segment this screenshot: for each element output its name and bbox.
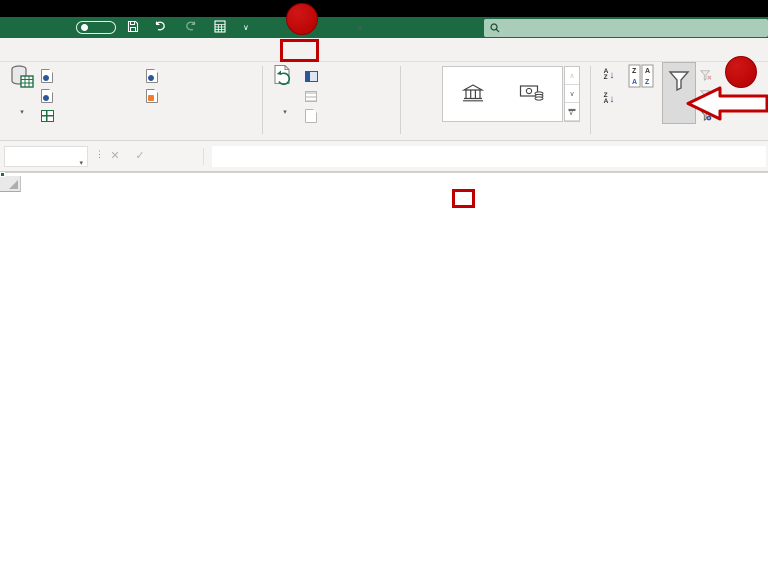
svg-text:Z: Z <box>632 68 637 75</box>
file-web-icon <box>41 89 53 103</box>
file-text-icon <box>41 69 53 83</box>
formula-bar: ▾ ⋮ ✕ ✓ <box>0 141 768 172</box>
touch-mode-icon[interactable] <box>214 20 226 38</box>
search-input[interactable] <box>484 19 768 37</box>
gallery-scroll-down[interactable]: ∨ <box>565 85 579 103</box>
file-clock-icon <box>146 69 158 83</box>
ribbon-tab-row <box>0 38 768 62</box>
from-text-csv-button[interactable] <box>41 67 57 85</box>
sheet-border <box>0 172 768 176</box>
top-black-bar <box>0 0 768 17</box>
data-types-gallery <box>442 66 563 122</box>
name-box[interactable]: ▾ <box>4 146 88 167</box>
currencies-icon <box>520 85 544 101</box>
ribbon: ▾ ▾ ∧ ∨ ▬ ∨ A Z ↓ Z A ↓ Z A A Z <box>0 62 768 141</box>
insert-function-icon[interactable] <box>158 146 176 167</box>
select-all-corner[interactable] <box>0 176 21 192</box>
gallery-scroll-up[interactable]: ∧ <box>565 67 579 85</box>
get-data-icon <box>11 65 34 88</box>
properties-icon <box>305 90 317 102</box>
name-box-dropdown-icon[interactable]: ▾ <box>79 154 83 173</box>
formula-bar-resize-handle[interactable]: ⋮ <box>95 149 104 160</box>
excel-window: ∨ ∨ ▾ ▾ ∧ ∨ ▬ ∨ A Z ↓ Z A ↓ Z A A Z ▾ ⋮ … <box>0 0 768 573</box>
existing-connections-button[interactable] <box>146 87 162 105</box>
queries-pane-icon <box>305 70 318 82</box>
qat-customize-icon[interactable]: ∨ <box>243 23 249 32</box>
title-bar: ∨ ∨ <box>0 17 768 38</box>
group-separator <box>590 66 591 134</box>
properties-button[interactable] <box>305 87 321 105</box>
gallery-more-icon[interactable]: ▬ ∨ <box>565 103 579 121</box>
search-icon <box>490 23 500 33</box>
edit-links-icon <box>305 109 317 123</box>
clear-funnel-icon <box>700 69 712 81</box>
sort-za-button[interactable]: Z A ↓ <box>596 89 622 109</box>
save-icon[interactable] <box>127 20 139 38</box>
formula-bar-separator <box>203 148 204 165</box>
autosave-toggle-dot <box>81 24 88 31</box>
table-grid-icon <box>41 110 54 122</box>
recent-sources-button[interactable] <box>146 67 162 85</box>
enter-icon[interactable]: ✓ <box>131 146 149 167</box>
gallery-scroll: ∧ ∨ ▬ ∨ <box>564 66 580 122</box>
currencies-button[interactable] <box>503 67 563 121</box>
file-connection-icon <box>146 89 158 103</box>
stocks-button[interactable] <box>443 67 503 121</box>
sort-icon: Z A A Z <box>628 64 654 88</box>
queries-connections-button[interactable] <box>305 67 322 85</box>
sort-az-button[interactable]: A Z ↓ <box>596 65 622 85</box>
title-dropdown-icon: ∨ <box>357 23 364 32</box>
document-title[interactable]: ∨ <box>352 21 363 33</box>
redo-icon[interactable] <box>183 20 198 38</box>
svg-text:A: A <box>645 68 650 75</box>
refresh-all-button[interactable]: ▾ <box>268 64 302 119</box>
group-separator <box>400 66 401 134</box>
group-queries-connections: ▾ <box>265 62 400 140</box>
get-data-button[interactable]: ▾ <box>6 64 38 119</box>
group-data-types: ∧ ∨ ▬ ∨ <box>403 62 590 140</box>
annotation-arrow-to-filter <box>686 86 768 121</box>
group-get-transform-data: ▾ <box>0 62 262 140</box>
sort-button[interactable]: Z A A Z <box>622 64 660 91</box>
edit-links-button[interactable] <box>305 107 321 125</box>
spreadsheet-grid <box>0 172 768 573</box>
clear-filter-button[interactable] <box>700 66 716 84</box>
formula-input[interactable] <box>212 146 766 167</box>
dropdown-icon: ▾ <box>283 109 287 116</box>
annotation-step-2-badge <box>725 56 757 88</box>
refresh-all-icon <box>274 64 291 86</box>
svg-text:Z: Z <box>645 79 650 86</box>
from-table-range-button[interactable] <box>41 107 58 125</box>
dropdown-icon: ▾ <box>20 109 24 116</box>
annotation-step-1-badge <box>286 3 318 35</box>
autosave-toggle[interactable] <box>76 21 116 34</box>
group-separator <box>262 66 263 134</box>
undo-icon[interactable] <box>153 20 168 38</box>
from-web-button[interactable] <box>41 87 57 105</box>
cancel-icon[interactable]: ✕ <box>106 146 124 167</box>
svg-text:A: A <box>632 79 637 86</box>
stocks-bank-icon <box>461 84 485 102</box>
